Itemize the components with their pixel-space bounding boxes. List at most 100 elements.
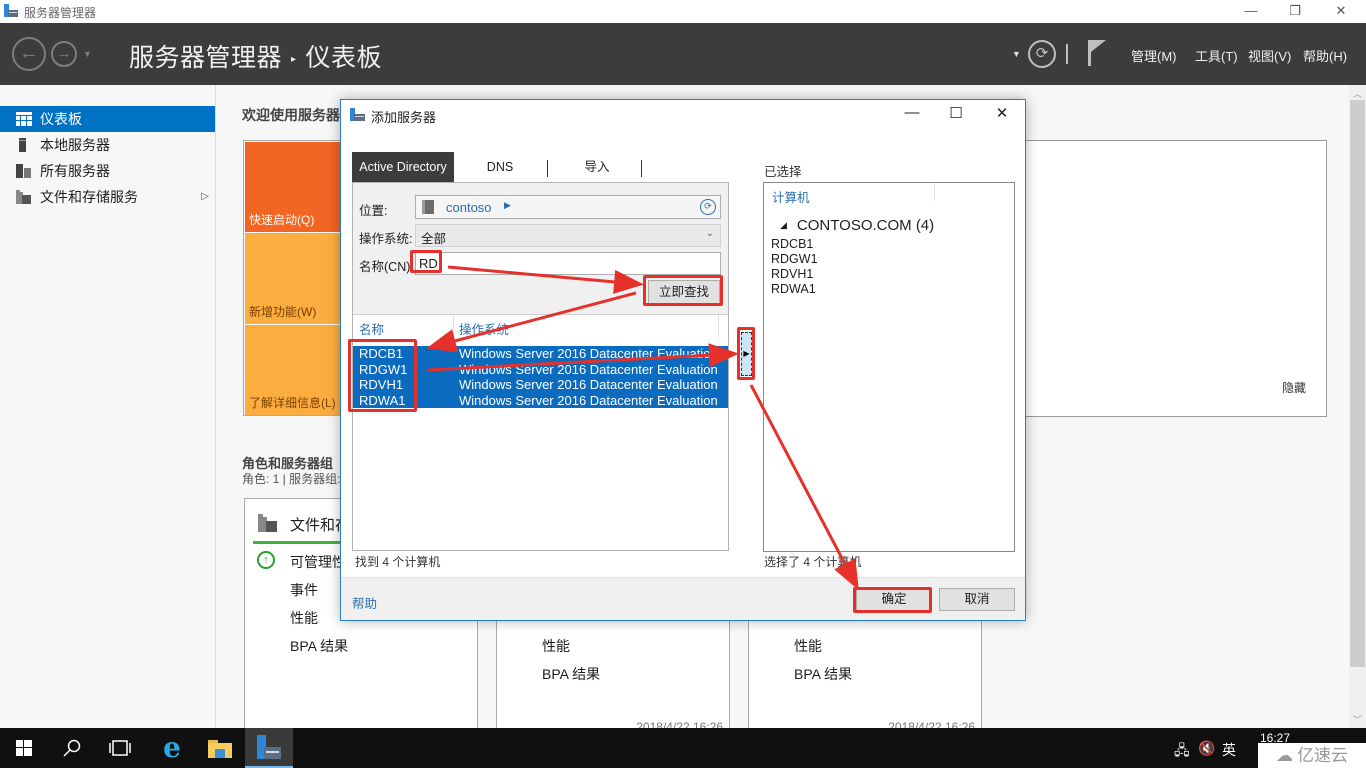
selected-item[interactable]: RDWA1 (771, 282, 816, 296)
result-os: Windows Server 2016 Datacenter Evaluatio… (459, 377, 718, 392)
dialog-close-button[interactable]: ✕ (987, 104, 1017, 126)
cloud-logo-icon: ☁ (1276, 746, 1293, 765)
column-header-os[interactable]: 操作系统 (459, 319, 509, 338)
result-row[interactable]: RDCB1 Windows Server 2016 Datacenter Eval… (353, 346, 728, 362)
menu-help[interactable]: 帮助(H) (1303, 46, 1347, 65)
column-divider[interactable] (934, 183, 935, 201)
refresh-button[interactable]: ⟳ (1028, 40, 1056, 68)
vertical-scrollbar[interactable]: ︿ ﹀ (1349, 85, 1366, 728)
start-button[interactable] (0, 728, 48, 768)
restore-button[interactable]: ❐ (1272, 0, 1318, 23)
sidebar-item-all-servers[interactable]: 所有服务器 (0, 158, 215, 184)
menu-manage[interactable]: 管理(M) (1131, 46, 1177, 65)
results-list[interactable]: 名称 操作系统 RDCB1 Windows Server 2016 Datacen… (353, 314, 728, 550)
sidebar-item-dashboard[interactable]: 仪表板 (0, 106, 215, 132)
taskbar-file-explorer[interactable] (196, 728, 244, 768)
add-to-selected-button[interactable]: ▶ (741, 332, 752, 376)
result-row[interactable]: RDVH1 Windows Server 2016 Datacenter Eval… (353, 377, 728, 393)
card-row-performance[interactable]: 性能 (290, 608, 318, 628)
ok-button[interactable]: 确定 (856, 588, 932, 611)
sidebar-item-label: 文件和存储服务 (40, 189, 138, 205)
dialog-footer: 帮助 确定 取消 (341, 577, 1025, 620)
result-row[interactable]: RDWA1 Windows Server 2016 Datacenter Eval… (353, 393, 728, 409)
result-os: Windows Server 2016 Datacenter Evaluatio… (459, 346, 718, 361)
search-button[interactable] (48, 728, 96, 768)
history-dropdown-icon[interactable]: ▼ (83, 49, 92, 59)
title-bar: 服务器管理器 — ❐ ✕ (0, 0, 1366, 23)
location-chevron-icon[interactable]: ▶ (504, 200, 511, 211)
found-count: 找到 4 个计算机 (355, 555, 441, 569)
tab-dns[interactable]: DNS (464, 152, 536, 182)
column-header-name[interactable]: 名称 (359, 319, 384, 338)
tab-import[interactable]: 导入 (557, 152, 637, 182)
app-header: ← → ▼ 服务器管理器 ▸ 仪表板 ▼ ⟳ 管理(M) 工具(T) 视图(V) 帮… (0, 23, 1366, 85)
task-view-button[interactable] (96, 728, 144, 768)
card-row-events[interactable]: 事件 (290, 580, 318, 600)
tile-learn-more[interactable]: 了解详细信息(L) (245, 325, 340, 415)
column-divider[interactable] (453, 315, 454, 337)
minimize-button[interactable]: — (1228, 0, 1274, 23)
back-button[interactable]: ← (12, 37, 46, 71)
refresh-dropdown-icon[interactable]: ▼ (1012, 49, 1021, 59)
selected-item[interactable]: RDGW1 (771, 252, 818, 266)
expand-chevron-icon[interactable]: ▷ (201, 184, 209, 210)
tab-active-directory[interactable]: Active Directory (352, 152, 454, 182)
ime-indicator[interactable]: 英 (1222, 740, 1236, 760)
close-button[interactable]: ✕ (1318, 0, 1364, 23)
card-row-bpa[interactable]: BPA 结果 (794, 664, 852, 684)
forward-button[interactable]: → (51, 41, 77, 67)
internet-explorer-icon: e (163, 731, 181, 764)
collapse-triangle-icon[interactable]: ◢ (780, 220, 787, 230)
ad-search-panel: 位置: contoso ▶ ⟳ 操作系统: 全部 ⌄ 名称(CN): RD 立即… (352, 182, 729, 551)
taskbar-internet-explorer[interactable]: e (148, 728, 196, 768)
column-divider[interactable] (718, 315, 719, 337)
location-value: contoso (446, 200, 492, 215)
selected-group[interactable]: ◢ CONTOSO.COM (4) (780, 217, 934, 234)
location-field[interactable]: contoso ▶ ⟳ (415, 195, 721, 219)
task-view-icon (109, 740, 131, 756)
help-link[interactable]: 帮助 (352, 593, 377, 612)
find-now-button[interactable]: 立即查找 (648, 280, 720, 304)
refresh-icon[interactable]: ⟳ (700, 199, 716, 215)
selected-list[interactable]: 计算机 ◢ CONTOSO.COM (4) RDCB1 RDGW1 RDVH1 R… (763, 182, 1015, 552)
computer-name-input[interactable]: RD (415, 252, 721, 275)
location-label: 位置: (359, 204, 388, 218)
menu-tools[interactable]: 工具(T) (1195, 46, 1238, 65)
cancel-button[interactable]: 取消 (939, 588, 1015, 611)
dialog-maximize-button[interactable]: ☐ (941, 104, 971, 126)
menu-view[interactable]: 视图(V) (1248, 46, 1291, 65)
scrollbar-thumb[interactable] (1350, 100, 1365, 667)
sidebar-item-local-server[interactable]: 本地服务器 (0, 132, 215, 158)
sidebar-item-file-storage[interactable]: 文件和存储服务 ▷ (0, 184, 215, 210)
selected-item[interactable]: RDVH1 (771, 267, 813, 281)
card-row-manageability[interactable]: 可管理性 (290, 552, 346, 572)
file-storage-icon (16, 190, 31, 204)
card-row-performance[interactable]: 性能 (794, 636, 822, 656)
dialog-minimize-button[interactable]: — (897, 104, 927, 126)
computer-name-value: RD (419, 256, 438, 271)
scroll-up-icon[interactable]: ︿ (1349, 87, 1366, 100)
network-icon[interactable]: 🖧 (1174, 740, 1190, 764)
server-manager-app-icon (257, 735, 281, 759)
card-row-bpa[interactable]: BPA 结果 (290, 636, 348, 656)
domain-icon (422, 200, 434, 214)
tile-whats-new[interactable]: 新增功能(W) (245, 233, 340, 324)
result-row[interactable]: RDGW1 Windows Server 2016 Datacenter Eval… (353, 362, 728, 378)
os-dropdown[interactable]: 全部 ⌄ (415, 224, 721, 247)
result-os: Windows Server 2016 Datacenter Evaluatio… (459, 392, 718, 408)
taskbar-server-manager[interactable] (245, 728, 293, 768)
flag-icon[interactable] (1088, 40, 1106, 66)
watermark: ☁ 亿速云 (1258, 743, 1366, 768)
volume-muted-icon[interactable]: 🔇 (1198, 740, 1215, 757)
selected-item[interactable]: RDCB1 (771, 237, 813, 251)
breadcrumb-separator: ▸ (291, 54, 297, 65)
breadcrumb-root[interactable]: 服务器管理器 (129, 44, 282, 72)
card-row-bpa[interactable]: BPA 结果 (542, 664, 600, 684)
tile-quick-start[interactable]: 快速启动(Q) (245, 142, 340, 232)
column-header-computer[interactable]: 计算机 (772, 187, 810, 206)
sidebar-item-label: 仪表板 (40, 111, 82, 127)
card-row-performance[interactable]: 性能 (542, 636, 570, 656)
hide-link[interactable]: 隐藏 (1282, 379, 1306, 396)
scroll-down-icon[interactable]: ﹀ (1349, 713, 1366, 726)
cn-label: 名称(CN): (359, 260, 414, 274)
